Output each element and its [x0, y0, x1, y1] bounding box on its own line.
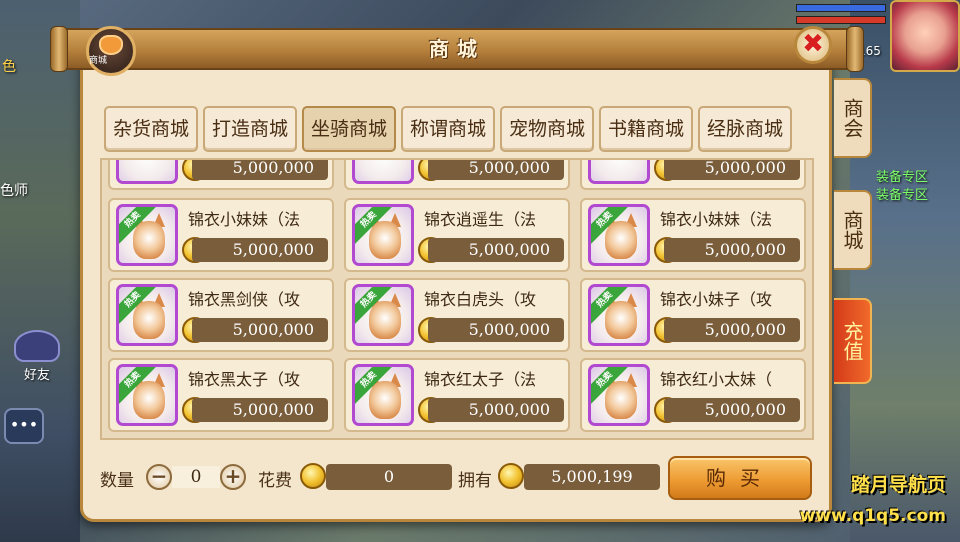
list-item-partial[interactable]: 5,000,000	[344, 160, 570, 190]
decrease-quantity-button[interactable]: −	[146, 464, 172, 490]
mount-icon: 热卖	[588, 364, 650, 426]
increase-quantity-button[interactable]: +	[220, 464, 246, 490]
item-name: 锦衣小妹子（攻	[660, 290, 773, 309]
chat-icon: •••	[9, 415, 39, 434]
item-price: 5,000,000	[192, 398, 328, 422]
list-item-partial[interactable]	[344, 438, 570, 440]
tab-meridian-store[interactable]: 经脉商城	[698, 106, 792, 152]
player-avatar[interactable]	[890, 0, 960, 72]
quantity-field[interactable]: 0	[172, 466, 220, 488]
item-name: 锦衣小妹妹（法	[188, 210, 301, 229]
tab-mount-store[interactable]: 坐骑商城	[302, 106, 396, 152]
shop-icon: 商城	[86, 26, 136, 76]
tab-title-store[interactable]: 称谓商城	[401, 106, 495, 152]
item-name: 锦衣逍遥生（法	[424, 210, 537, 229]
gold-coin-icon	[498, 463, 524, 489]
item-name: 锦衣白虎头（攻	[424, 290, 537, 309]
watermark-title: 踏月导航页	[850, 474, 946, 496]
item-price: 5,000,000	[664, 238, 800, 262]
quantity-label: 数量	[100, 471, 134, 491]
mount-icon	[588, 160, 650, 184]
item-name: 锦衣红小太妹（	[660, 370, 773, 389]
friends-icon	[14, 330, 60, 362]
owned-label: 拥有	[458, 471, 492, 491]
page-title: 商城	[429, 37, 485, 61]
item-price: 5,000,000	[428, 398, 564, 422]
game-scene-left	[0, 0, 80, 542]
item-grid: 5,000,000 5,000,000 5,000,000 热卖 锦衣小妹妹（法…	[100, 158, 814, 440]
tab-forge-store[interactable]: 打造商城	[203, 106, 297, 152]
list-item[interactable]: 热卖 锦衣小妹妹（法 5,000,000	[108, 198, 334, 272]
mount-icon: 热卖	[352, 204, 414, 266]
shop-icon-label: 商城	[89, 56, 108, 66]
list-item[interactable]: 热卖 锦衣黑剑侠（攻 5,000,000	[108, 278, 334, 352]
mount-icon	[116, 160, 178, 184]
watermark-url: www.q1q5.com	[799, 506, 946, 526]
item-price: 5,000,000	[192, 318, 328, 342]
friends-label: 好友	[23, 368, 50, 383]
hp-bar	[796, 16, 886, 24]
item-name: 锦衣小妹妹（法	[660, 210, 773, 229]
item-price: 5,000,000	[428, 238, 564, 262]
mount-icon: 热卖	[588, 284, 650, 346]
tab-general-store[interactable]: 杂货商城	[104, 106, 198, 152]
mount-icon: 热卖	[116, 364, 178, 426]
list-item-partial[interactable]	[108, 438, 334, 440]
list-item[interactable]: 热卖 锦衣白虎头（攻 5,000,000	[344, 278, 570, 352]
chat-button[interactable]: •••	[4, 408, 44, 444]
item-price: 5,000,000	[664, 160, 800, 180]
owned-value: 5,000,199	[524, 464, 660, 490]
gold-coin-icon	[300, 463, 326, 489]
mount-icon: 热卖	[588, 204, 650, 266]
list-item[interactable]: 热卖 锦衣逍遥生（法 5,000,000	[344, 198, 570, 272]
buy-button[interactable]: 购买	[668, 456, 812, 500]
mount-icon: 热卖	[116, 284, 178, 346]
scene-text: 色师	[0, 183, 28, 199]
scene-text: 装备专区	[876, 188, 929, 203]
item-name: 锦衣黑太子（攻	[188, 370, 301, 389]
mount-icon: 热卖	[116, 204, 178, 266]
scene-text: 色	[2, 59, 16, 75]
mount-icon	[352, 160, 414, 184]
item-name: 锦衣黑剑侠（攻	[188, 290, 301, 309]
tab-pet-store[interactable]: 宠物商城	[500, 106, 594, 152]
item-price: 5,000,000	[664, 318, 800, 342]
tab-guild[interactable]: 商会	[834, 78, 872, 158]
scroll-end-right	[846, 26, 864, 72]
list-item[interactable]: 热卖 锦衣小妹子（攻 5,000,000	[580, 278, 806, 352]
mount-icon: 热卖	[352, 364, 414, 426]
mp-bar	[796, 4, 886, 12]
list-item-partial[interactable]	[580, 438, 806, 440]
money-bag-icon	[99, 35, 123, 55]
item-price: 5,000,000	[192, 160, 328, 180]
list-item[interactable]: 热卖 锦衣小妹妹（法 5,000,000	[580, 198, 806, 272]
item-price: 5,000,000	[428, 160, 564, 180]
tab-mall[interactable]: 商城	[834, 190, 872, 270]
cost-value: 0	[326, 464, 452, 490]
list-item[interactable]: 热卖 锦衣黑太子（攻 5,000,000	[108, 358, 334, 432]
list-item[interactable]: 热卖 锦衣红太子（法 5,000,000	[344, 358, 570, 432]
scene-text: 装备专区	[876, 170, 929, 185]
item-price: 5,000,000	[192, 238, 328, 262]
item-price: 5,000,000	[428, 318, 564, 342]
list-item-partial[interactable]: 5,000,000	[580, 160, 806, 190]
scroll-end-left	[50, 26, 68, 72]
title-bar: 商城	[50, 26, 864, 72]
close-button[interactable]: ✖	[794, 26, 832, 64]
friends-button[interactable]: 好友	[10, 330, 64, 390]
list-item[interactable]: 热卖 锦衣红小太妹（ 5,000,000	[580, 358, 806, 432]
cost-label: 花费	[258, 471, 292, 491]
item-price: 5,000,000	[664, 398, 800, 422]
item-name: 锦衣红太子（法	[424, 370, 537, 389]
list-item-partial[interactable]: 5,000,000	[108, 160, 334, 190]
mount-icon: 热卖	[352, 284, 414, 346]
tab-recharge[interactable]: 充值	[834, 298, 872, 384]
tab-book-store[interactable]: 书籍商城	[599, 106, 693, 152]
